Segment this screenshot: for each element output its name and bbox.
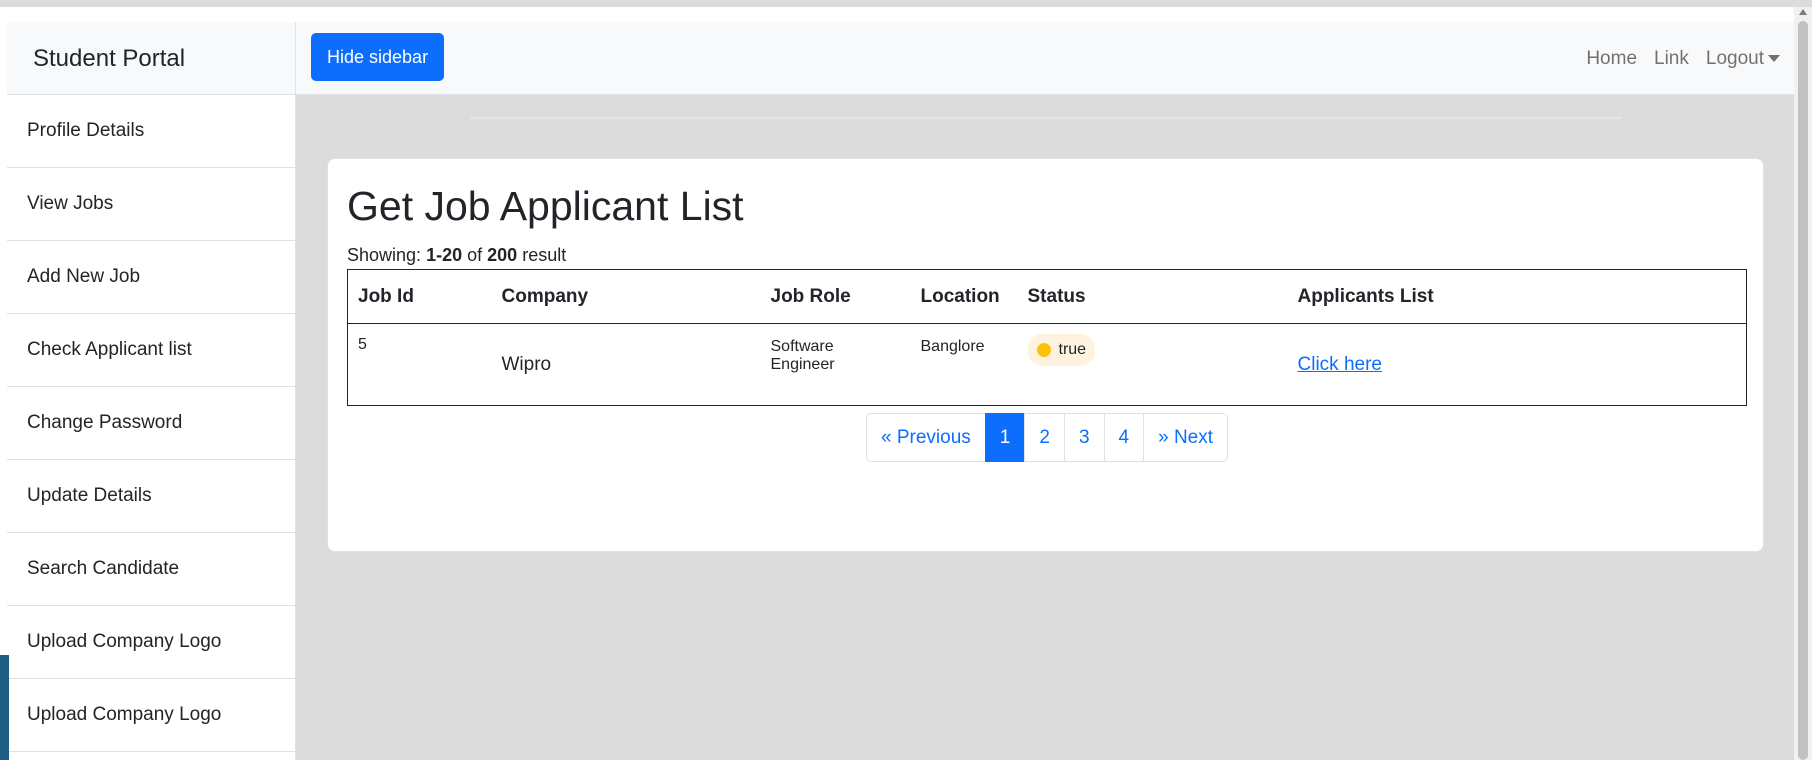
pagination: « Previous 1 2 3 4 » Next <box>866 413 1229 462</box>
sidebar-item-upload-company-logo-2[interactable]: Upload Company Logo <box>7 679 295 752</box>
sidebar-item-search-candidate[interactable]: Search Candidate <box>7 533 295 606</box>
logout-dropdown[interactable]: Logout <box>1706 48 1780 70</box>
click-here-link[interactable]: Click here <box>1298 354 1382 375</box>
cell-location: Banglore <box>920 338 985 355</box>
result-total: 200 <box>487 245 518 265</box>
top-strip <box>0 0 1812 7</box>
top-navbar: Hide sidebar Home Link Logout <box>296 22 1794 95</box>
result-count-prefix: Showing: <box>347 245 422 265</box>
nav-link-home[interactable]: Home <box>1586 48 1637 70</box>
main-content: Hide sidebar Home Link Logout Get Job Ap… <box>296 22 1794 760</box>
column-header-status: Status <box>1017 269 1288 324</box>
page-1[interactable]: 1 <box>984 413 1026 462</box>
result-of: of <box>467 245 483 265</box>
page-2[interactable]: 2 <box>1024 413 1065 462</box>
page-title: Get Job Applicant List <box>347 183 744 229</box>
result-range: 1-20 <box>426 245 463 265</box>
divider <box>470 117 1622 119</box>
sidebar-item-add-new-job[interactable]: Add New Job <box>7 241 295 314</box>
status-text: true <box>1058 341 1087 358</box>
result-suffix: result <box>522 245 567 265</box>
sidebar-item-change-password[interactable]: Change Password <box>7 387 295 460</box>
scrollbar-thumb[interactable] <box>1798 21 1808 760</box>
logout-label: Logout <box>1705 47 1764 69</box>
caret-down-icon <box>1768 55 1780 62</box>
page-3[interactable]: 3 <box>1063 413 1105 462</box>
cell-applicants-list: Click here <box>1288 324 1747 406</box>
cell-status: true <box>1018 324 1288 406</box>
sidebar-item-view-jobs[interactable]: View Jobs <box>7 168 295 241</box>
column-header-applicants-list: Applicants List <box>1287 269 1747 324</box>
applicant-table: Job Id Company Job Role Location Status … <box>347 269 1747 406</box>
scroll-up-icon[interactable] <box>1799 9 1807 15</box>
status-badge: true <box>1027 334 1096 366</box>
result-count: Showing: 1-20 of 200 result <box>347 245 566 266</box>
vertical-scrollbar[interactable] <box>1794 7 1812 760</box>
sidebar-item-upload-company-logo[interactable]: Upload Company Logo <box>7 606 295 679</box>
status-dot-icon <box>1036 343 1051 357</box>
applicant-list-card: Get Job Applicant List Showing: 1-20 of … <box>327 158 1764 552</box>
sidebar: Student Portal Profile Details View Jobs… <box>7 22 296 760</box>
column-header-company: Company <box>491 269 761 324</box>
column-header-location: Location <box>910 269 1018 324</box>
nav-link-link[interactable]: Link <box>1654 48 1689 70</box>
sidebar-item-update-details[interactable]: Update Details <box>7 460 295 533</box>
sidebar-item-check-applicant-list[interactable]: Check Applicant list <box>7 314 295 387</box>
pagination-next[interactable]: » Next <box>1143 413 1229 462</box>
sidebar-heading: Student Portal <box>7 22 295 95</box>
table-row: 5 Wipro Software Engineer Banglore true … <box>348 324 1747 406</box>
hide-sidebar-button[interactable]: Hide sidebar <box>311 33 445 81</box>
cell-job-role: Software Engineer <box>770 338 835 373</box>
left-edge-decoration <box>0 655 9 760</box>
nav-links: Home Link Logout <box>1569 22 1780 95</box>
sidebar-item-profile-details[interactable]: Profile Details <box>7 95 295 168</box>
cell-job-id: 5 <box>358 336 367 353</box>
cell-company: Wipro <box>501 353 552 375</box>
column-header-job-id: Job Id <box>347 269 492 324</box>
page-4[interactable]: 4 <box>1103 413 1145 462</box>
table-header-row: Job Id Company Job Role Location Status … <box>347 269 1747 324</box>
column-header-job-role: Job Role <box>760 269 911 324</box>
pagination-previous[interactable]: « Previous <box>866 413 986 462</box>
